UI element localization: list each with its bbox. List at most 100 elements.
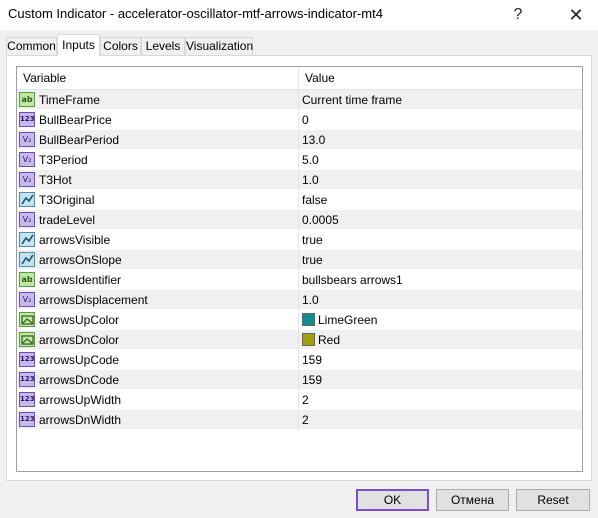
variable-value[interactable]: 159: [302, 353, 322, 367]
integer-type-icon: 123: [19, 112, 35, 127]
integer-type-icon: 123: [19, 412, 35, 427]
tab-inputs[interactable]: Inputs: [57, 34, 100, 56]
variable-value[interactable]: 159: [302, 373, 322, 387]
variable-value[interactable]: 2: [302, 393, 309, 407]
variable-name: T3Period: [39, 153, 88, 167]
variable-name: arrowsDisplacement: [39, 293, 148, 307]
variable-value[interactable]: 2: [302, 413, 309, 427]
help-button[interactable]: ?: [498, 0, 538, 30]
variable-name: BullBearPrice: [39, 113, 112, 127]
variable-name: tradeLevel: [39, 213, 96, 227]
grid-header: Variable Value: [17, 67, 582, 90]
table-row[interactable]: V₂ BullBearPeriod 13.0: [17, 130, 582, 150]
row-separator: [298, 130, 299, 150]
table-row[interactable]: 123 arrowsUpCode 159: [17, 350, 582, 370]
variable-value[interactable]: 1.0: [302, 293, 319, 307]
double-type-icon: V₂: [19, 292, 35, 307]
double-type-icon: V₂: [19, 172, 35, 187]
row-separator: [298, 350, 299, 370]
variable-name: T3Original: [39, 193, 95, 207]
variable-value[interactable]: 13.0: [302, 133, 325, 147]
table-row[interactable]: arrowsDnColor Red: [17, 330, 582, 350]
variable-name: arrowsDnWidth: [39, 413, 122, 427]
bool-type-icon: [19, 192, 35, 207]
double-type-icon: V₂: [19, 212, 35, 227]
table-row[interactable]: ab arrowsIdentifier bullsbears arrows1: [17, 270, 582, 290]
table-row[interactable]: T3Original false: [17, 190, 582, 210]
tab-common[interactable]: Common: [6, 37, 57, 55]
variable-name: TimeFrame: [39, 93, 100, 107]
variable-value[interactable]: false: [302, 193, 327, 207]
row-separator: [298, 310, 299, 330]
title-bar: Custom Indicator - accelerator-oscillato…: [0, 0, 598, 30]
variable-name: arrowsUpWidth: [39, 393, 122, 407]
table-row[interactable]: V₂ T3Hot 1.0: [17, 170, 582, 190]
row-separator: [298, 90, 299, 110]
double-type-icon: V₂: [19, 132, 35, 147]
variable-name: arrowsDnCode: [39, 373, 120, 387]
row-separator: [298, 230, 299, 250]
ok-button[interactable]: OK: [356, 489, 429, 511]
variable-value[interactable]: 0: [302, 113, 309, 127]
text-type-icon: ab: [19, 92, 35, 107]
column-separator[interactable]: [298, 67, 299, 90]
row-separator: [298, 150, 299, 170]
row-separator: [298, 290, 299, 310]
bool-type-icon: [19, 232, 35, 247]
variable-value[interactable]: true: [302, 253, 323, 267]
column-header-variable[interactable]: Variable: [23, 71, 66, 85]
window-title: Custom Indicator - accelerator-oscillato…: [8, 6, 383, 21]
table-row[interactable]: arrowsUpColor LimeGreen: [17, 310, 582, 330]
variable-value[interactable]: bullsbears arrows1: [302, 273, 403, 287]
variable-value[interactable]: 0.0005: [302, 213, 339, 227]
close-button[interactable]: ✕: [556, 0, 596, 30]
reset-button[interactable]: Reset: [516, 489, 590, 511]
integer-type-icon: 123: [19, 392, 35, 407]
variable-name: T3Hot: [39, 173, 72, 187]
variable-value[interactable]: LimeGreen: [318, 313, 377, 327]
integer-type-icon: 123: [19, 352, 35, 367]
variable-name: arrowsUpColor: [39, 313, 120, 327]
table-row[interactable]: V₂ arrowsDisplacement 1.0: [17, 290, 582, 310]
tab-colors[interactable]: Colors: [100, 37, 141, 55]
row-separator: [298, 110, 299, 130]
row-separator: [298, 270, 299, 290]
variable-name: arrowsDnColor: [39, 333, 120, 347]
row-separator: [298, 410, 299, 430]
variable-name: arrowsOnSlope: [39, 253, 122, 267]
cancel-button[interactable]: Отмена: [436, 489, 509, 511]
row-separator: [298, 370, 299, 390]
table-row[interactable]: 123 arrowsUpWidth 2: [17, 390, 582, 410]
table-row[interactable]: ab TimeFrame Current time frame: [17, 90, 582, 110]
row-separator: [298, 330, 299, 350]
color-swatch[interactable]: [302, 333, 315, 346]
double-type-icon: V₂: [19, 152, 35, 167]
variable-name: arrowsVisible: [39, 233, 111, 247]
variable-name: arrowsUpCode: [39, 353, 120, 367]
table-row[interactable]: 123 BullBearPrice 0: [17, 110, 582, 130]
table-row[interactable]: V₂ T3Period 5.0: [17, 150, 582, 170]
tab-visualization[interactable]: Visualization: [185, 37, 253, 55]
variable-value[interactable]: 1.0: [302, 173, 319, 187]
table-row[interactable]: arrowsOnSlope true: [17, 250, 582, 270]
row-separator: [298, 210, 299, 230]
inputs-grid: Variable Value ab TimeFrame Current time f…: [16, 66, 583, 472]
bool-type-icon: [19, 252, 35, 267]
table-row[interactable]: 123 arrowsDnWidth 2: [17, 410, 582, 430]
variable-value[interactable]: 5.0: [302, 153, 319, 167]
variable-value[interactable]: true: [302, 233, 323, 247]
variable-value[interactable]: Current time frame: [302, 93, 402, 107]
row-separator: [298, 390, 299, 410]
color-type-icon: [19, 332, 35, 347]
color-swatch[interactable]: [302, 313, 315, 326]
tab-levels[interactable]: Levels: [141, 37, 185, 55]
column-header-value[interactable]: Value: [305, 71, 335, 85]
variable-value[interactable]: Red: [318, 333, 340, 347]
row-separator: [298, 190, 299, 210]
grid-rows: ab TimeFrame Current time frame 123 BullBear…: [17, 90, 582, 430]
color-type-icon: [19, 312, 35, 327]
table-row[interactable]: 123 arrowsDnCode 159: [17, 370, 582, 390]
table-row[interactable]: V₂ tradeLevel 0.0005: [17, 210, 582, 230]
text-type-icon: ab: [19, 272, 35, 287]
table-row[interactable]: arrowsVisible true: [17, 230, 582, 250]
